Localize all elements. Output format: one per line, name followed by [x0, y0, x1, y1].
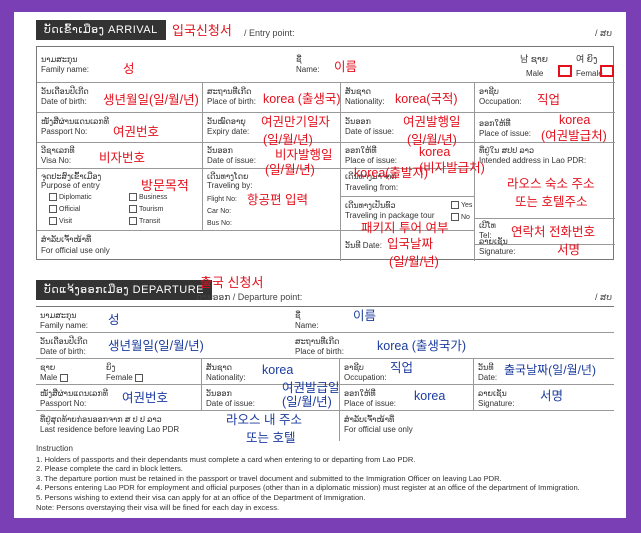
arrival-date-value: 입국날짜: [387, 237, 434, 251]
instruction-line: 1. Holders of passports and their depend…: [36, 454, 416, 464]
female-checkbox[interactable]: [600, 65, 614, 77]
dep-place-of-issue-value: korea: [414, 389, 446, 403]
purpose-of-entry-cell: ຈຸດປະສົງເຂົ້າເມືອງ Purpose of entry Dipl…: [37, 169, 203, 231]
nationality-value: korea(국적): [395, 92, 458, 106]
occupation-value: 직업: [537, 93, 561, 107]
dep-passport-value: 여권번호: [122, 391, 169, 405]
dep-occupation-value: 직업: [390, 361, 414, 375]
tel-value: 연락처 전화번호: [511, 225, 595, 239]
purpose-of-entry-value: 방문목적: [141, 178, 189, 193]
dep-place-of-birth-cell: ສະຖານທີ່ເກີດ Place of birth: korea (출생국가…: [291, 333, 614, 359]
dep-issue-date-cell: ວັນອອກ Date of issue: 여권발급일 (일/월/년): [202, 381, 340, 411]
intended-address-cell: ທີ່ຢູ່ໃນ ສປປ ລາວ Intended address in Lao…: [475, 143, 615, 219]
departure-card-header: ບັດແຈ້ງອອກເມືອງ DEPARTURE: [36, 280, 212, 300]
passport-place-of-issue-value: korea: [559, 113, 591, 127]
dep-family-name-cell: ນາມສະກຸນ Family name: 성: [36, 307, 291, 333]
nationality-cell: ສັນຊາດ Nationality: korea(국적): [341, 83, 475, 113]
dob-cell: ວັນເດືອນປີເກີດ Date of birth: 생년월일(일/월/년…: [37, 83, 203, 113]
dep-passport-cell: ໜັງສືຜ່ານແດນເລກທີ Passport No: 여권번호: [36, 385, 202, 411]
intended-address-note: 또는 호텔주소: [515, 195, 588, 209]
instruction-line: Note: Persons overstaying their visa wil…: [36, 502, 280, 512]
traveling-from-value: korea(출발지): [354, 166, 429, 180]
expiry-date-value: 여권만기일자: [261, 115, 331, 129]
visa-no-cell: ວີຊາເລກທີ Visa No: 비자번호: [37, 143, 203, 169]
passport-issue-date-cell: ວັນອອກ Date of issue: 여권발행일 (일/월/년): [341, 113, 475, 147]
dep-issue-date-format: (일/월/년): [282, 395, 332, 409]
instruction-line: 2. Please complete the card in block let…: [36, 464, 183, 474]
passport-no-cell: ໜັງສືຜ່ານແດນເລກທີ Passport No: 여권번호: [37, 113, 203, 143]
dep-residence-value: 라오스 내 주소: [226, 413, 302, 427]
instructions: Instruction 1. Holders of passports and …: [36, 444, 614, 512]
departure-form-grid: ນາມສະກຸນ Family name: 성 ຊື່ Name: 이름 ວັນ…: [36, 306, 614, 445]
dep-last-residence-cell: ທີ່ຢູ່ສຸດທ້າຍກ່ອນອອກຈາກ ສ ປ ປ ລາວ Last r…: [36, 411, 340, 445]
dep-occupation-cell: ອາຊີບ Occupation: 직업: [340, 359, 474, 385]
arrival-form-grid: ນາມສະກຸນ Family name: 성 ຊື່ Name: 이름 남 ຊ…: [36, 46, 615, 269]
arrival-form-number: / ສບ: [595, 28, 612, 38]
occupation-cell: ອາຊີບ Occupation: 직업: [475, 83, 615, 113]
dep-name-value: 이름: [353, 309, 377, 323]
dep-signature-cell: ລາຍເຊັນ Signature: 서명: [474, 385, 614, 411]
name-cell: ຊື່ Name: 이름: [292, 47, 518, 83]
package-tour-cell: ເດີນທາງເປັນທົວ Traveling in package tour…: [341, 197, 475, 235]
dep-place-of-issue-cell: ອອກໃຫ້ທີ່ Place of issue: korea: [340, 385, 474, 411]
dob-value: 생년월일(일/월/년): [103, 93, 199, 107]
arrival-card: ບັດເຂົ້າເມືອງ ARRIVAL 입국신청서 / Entry poin…: [14, 12, 626, 269]
arrival-date-cell: ວັນທີ Date: 입국날짜 (일/월/년): [341, 231, 475, 269]
dep-signature-value: 서명: [540, 389, 564, 403]
visa-place-of-issue-value: korea: [419, 145, 451, 159]
departure-card: ບັດແຈ້ງອອກເມືອງ DEPARTURE 출국 신청서 ດ່ານອອກ…: [14, 274, 626, 518]
dep-date-value: 출국날짜(일/월/년): [504, 363, 596, 377]
dep-name-cell: ຊື່ Name: 이름: [291, 307, 614, 333]
dep-family-name-value: 성: [108, 313, 120, 327]
departure-card-annotation: 출국 신청서: [200, 275, 264, 290]
intended-address-value: 라오스 숙소 주소: [507, 177, 595, 191]
traveling-by-cell: ເດີນທາງໂດຍ Traveling by: Flight No: Car …: [203, 169, 341, 231]
official-use-cell: ສຳລັບເຈົ້າໜ້າທີ່ For official use only: [37, 231, 341, 261]
arrival-signature-value: 서명: [557, 243, 581, 257]
passport-place-of-issue-note: (여권발급처): [541, 129, 607, 143]
instructions-title: Instruction: [36, 444, 73, 453]
arrival-card-annotation: 입국신청서: [172, 23, 232, 38]
arrival-date-format: (일/월/년): [389, 255, 439, 269]
dep-place-of-birth-value: korea (출생국가): [377, 339, 467, 353]
dep-residence-note: 또는 호텔: [246, 431, 296, 445]
dep-issue-date-value: 여권발급일: [282, 381, 340, 395]
sex-cell: 남 ຊາຍ 여 ຍິງ Male Female: [518, 47, 615, 83]
passport-no-value: 여권번호: [113, 125, 160, 139]
male-checkbox[interactable]: [558, 65, 572, 77]
traveling-by-value: 항공편 입력: [247, 193, 308, 207]
passport-place-of-issue-cell: ອອກໃຫ້ທີ່ Place of issue: korea (여권발급처): [475, 113, 615, 143]
dep-male-checkbox[interactable]: [59, 373, 68, 382]
instruction-line: 5. Persons wishing to extend their visa …: [36, 492, 366, 502]
dep-official-use-cell: ສຳລັບເຈົ້າໜ້າທີ່ For official use only: [344, 415, 413, 434]
instruction-line: 4. Persons entering Lao PDR for employme…: [36, 483, 580, 493]
name-value: 이름: [334, 60, 358, 74]
arrival-signature-cell: ລາຍເຊັນ Signature: 서명: [479, 237, 581, 257]
place-of-birth-cell: ສະຖານທີ່ເກີດ Place of birth: korea (출생국): [203, 83, 341, 113]
family-name-cell: ນາມສະກຸນ Family name: 성: [37, 47, 292, 83]
arrival-card-title: ບັດເຂົ້າເມືອງ ARRIVAL: [44, 24, 158, 36]
visa-no-value: 비자번호: [99, 151, 146, 165]
departure-form-number: / ສບ: [595, 292, 612, 302]
dep-date-cell: ວັນທີ Date: 출국날짜(일/월/년): [474, 359, 614, 385]
dep-female-checkbox[interactable]: [134, 373, 143, 382]
departure-card-title: ບັດແຈ້ງອອກເມືອງ DEPARTURE: [44, 284, 204, 296]
immigration-cards-sheet: ບັດເຂົ້າເມືອງ ARRIVAL 입국신청서 / Entry poin…: [14, 12, 626, 518]
arrival-entry-point-label: / Entry point:: [244, 28, 295, 38]
dep-dob-value: 생년월일(일/월/년): [108, 339, 204, 353]
place-of-birth-value: korea (출생국): [263, 92, 341, 106]
instruction-line: 3. The departure portion must be retaine…: [36, 473, 502, 483]
dep-sex-cell: ຊາຍ Male ຍິງ Female: [36, 359, 202, 385]
expiry-date-cell: ວັນໝົດອາຍຸ Expiry date: 여권만기일자 (일/월/년): [203, 113, 341, 147]
visa-issue-date-value: 비자발행일: [275, 148, 333, 162]
departure-point-label: ດ່ານອອກ / Departure point:: [196, 292, 303, 302]
arrival-card-header: ບັດເຂົ້າເມືອງ ARRIVAL: [36, 20, 166, 40]
dep-nationality-value: korea: [262, 363, 294, 377]
family-name-value: 성: [123, 62, 135, 76]
passport-issue-date-value: 여권발행일: [403, 115, 461, 129]
visa-issue-date-cell: ວັນອອກ Date of issue: 비자발행일 (일/월/년): [203, 143, 341, 177]
dep-dob-cell: ວັນເດືອນປີເກີດ Date of birth: 생년월일(일/월/년…: [36, 333, 291, 359]
